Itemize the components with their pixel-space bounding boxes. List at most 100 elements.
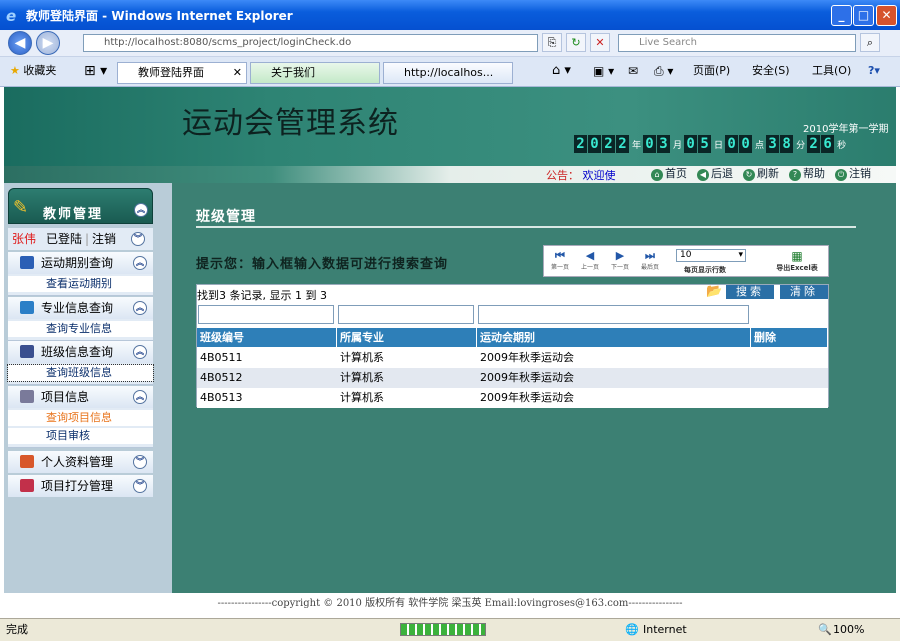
clock-segment: 26秒	[807, 135, 848, 153]
quick-tabs-icon[interactable]: ⊞ ▾	[84, 63, 107, 79]
sidebar-item[interactable]: 项目审核	[8, 428, 153, 444]
sidebar-group-label: 专业信息查询	[41, 301, 114, 315]
search-button[interactable]: 搜索	[726, 285, 774, 299]
first-page-button[interactable]: ⏮ 第一页	[546, 249, 574, 271]
mail-icon[interactable]: ✉	[628, 63, 638, 79]
expand-icon[interactable]: ︾	[131, 232, 145, 246]
home-link[interactable]: ⌂ 首页	[651, 167, 687, 181]
ie-icon: e	[6, 7, 17, 25]
favorites-button[interactable]: ★ 收藏夹	[10, 63, 56, 79]
sidebar-group-header[interactable]: 个人资料管理 ︾	[8, 451, 153, 473]
page-menu[interactable]: 页面(P)	[693, 63, 730, 79]
collapse-icon[interactable]: ︽	[133, 301, 147, 315]
expand-icon[interactable]: ︾	[133, 479, 147, 493]
clock-digit: 2	[616, 135, 629, 153]
user-status: 张伟 已登陆 | 注销 ︾	[8, 228, 153, 250]
print-icon[interactable]: ⎙ ▾	[654, 63, 673, 79]
record-count: 找到3 条记录, 显示 1 到 3	[197, 289, 327, 302]
prev-page-button[interactable]: ◀ 上一页	[576, 249, 604, 271]
home-icon: ⌂	[651, 169, 663, 181]
collapse-icon[interactable]: ︽	[133, 345, 147, 359]
help-link[interactable]: ? 帮助	[789, 167, 825, 181]
column-games-period: 运动会期别	[477, 328, 751, 347]
sidebar-group-header[interactable]: 项目信息 ︽	[8, 386, 153, 408]
safety-menu[interactable]: 安全(S)	[752, 63, 790, 79]
help-icon[interactable]: ?▾	[868, 63, 880, 79]
last-page-icon: ⏭	[645, 249, 655, 262]
clock-digit: 5	[698, 135, 712, 153]
user-name: 张伟	[12, 232, 37, 246]
filter-class-id[interactable]	[198, 305, 334, 324]
sidebar-group-header[interactable]: 项目打分管理 ︾	[8, 475, 153, 497]
sidebar-group: 专业信息查询 ︽ 查询专业信息	[8, 297, 153, 341]
filter-games-period[interactable]	[478, 305, 749, 324]
login-status: 已登陆	[46, 232, 83, 246]
sidebar-group-header[interactable]: 运动期别查询 ︽	[8, 252, 153, 274]
clear-button[interactable]: 清除	[780, 285, 828, 299]
sidebar-item[interactable]: 查看运动期别	[8, 276, 153, 292]
logout-link[interactable]: ⏻ 注销	[835, 167, 871, 181]
filter-major[interactable]	[338, 305, 474, 324]
feeds-icon[interactable]: ▣ ▾	[593, 63, 614, 79]
next-page-button[interactable]: ▶ 下一页	[606, 249, 634, 271]
table-cell: 2009年秋季运动会	[480, 391, 574, 404]
sidebar-group-header[interactable]: 班级信息查询 ︽	[8, 341, 153, 363]
refresh-link[interactable]: ↻ 刷新	[743, 167, 779, 181]
column-delete: 删除	[751, 328, 828, 347]
last-page-button[interactable]: ⏭ 最后页	[636, 249, 664, 271]
clock-unit: 分	[796, 141, 806, 151]
clock-segment: 38分	[766, 135, 807, 153]
expand-icon[interactable]: ︾	[133, 455, 147, 469]
globe-icon: 🌐	[625, 623, 639, 636]
sidebar-group: 项目打分管理 ︾	[8, 475, 153, 497]
refresh-icon[interactable]: ↻	[566, 33, 586, 52]
close-tab-icon[interactable]: ✕	[233, 63, 242, 83]
clock-digit: 0	[643, 135, 657, 153]
search-input[interactable]: Live Search	[618, 34, 856, 52]
minimize-button[interactable]: _	[831, 5, 852, 26]
sidebar-group-header[interactable]: 专业信息查询 ︽	[8, 297, 153, 319]
notice-text: 欢迎使	[582, 169, 616, 182]
export-excel-button[interactable]: ▦ 导出Excel表	[770, 249, 824, 273]
system-name: 运动会管理系统	[182, 106, 399, 141]
forward-arrow-icon[interactable]: ▶	[36, 31, 60, 55]
home-icon[interactable]: ⌂ ▾	[552, 63, 571, 79]
table-row[interactable]: 4B0511 计算机系 2009年秋季运动会	[197, 348, 828, 368]
collapse-icon[interactable]: ︽	[133, 390, 147, 404]
back-link[interactable]: ◀ 后退	[697, 167, 733, 181]
sidebar-item[interactable]: 查询班级信息	[7, 364, 154, 382]
sidebar-item[interactable]: 查询项目信息	[8, 410, 153, 426]
progress-bar	[400, 623, 486, 636]
tab-about-us[interactable]: 关于我们	[250, 62, 380, 84]
close-button[interactable]: ✕	[876, 5, 897, 26]
maximize-button[interactable]: □	[853, 5, 874, 26]
tools-menu[interactable]: 工具(O)	[812, 63, 851, 79]
clock-segment: 05日	[684, 135, 725, 153]
back-arrow-icon[interactable]: ◀	[8, 31, 32, 55]
clock-unit: 日	[714, 141, 724, 151]
sidebar-logout-link[interactable]: 注销	[92, 228, 116, 250]
rows-per-page-select[interactable]: 10 ▾	[676, 249, 746, 262]
status-bar: 完成 🌐 Internet 🔍 100%	[0, 618, 900, 641]
collapse-icon[interactable]: ︽	[134, 203, 148, 217]
next-page-icon: ▶	[615, 249, 625, 262]
collapse-icon[interactable]: ︽	[133, 256, 147, 270]
table-row[interactable]: 4B0512 计算机系 2009年秋季运动会	[197, 368, 828, 388]
sidebar-header[interactable]: ✎ 教师管理 ︽	[8, 188, 153, 224]
prev-page-icon: ◀	[585, 249, 595, 262]
compat-view-icon[interactable]: ⎘	[542, 33, 562, 52]
search-icon[interactable]: ⌕	[860, 33, 880, 52]
zoom-icon: 🔍	[818, 623, 832, 636]
address-bar[interactable]: http://localhost:8080/scms_project/login…	[83, 34, 538, 52]
tab-teacher-login[interactable]: 教师登陆界面 ✕	[117, 62, 247, 84]
tab-localhost[interactable]: http://localhos...	[383, 62, 513, 84]
sidebar-item[interactable]: 查询专业信息	[8, 321, 153, 337]
group-icon	[20, 345, 34, 358]
table-row[interactable]: 4B0513 计算机系 2009年秋季运动会	[197, 388, 828, 408]
zone-label: Internet	[643, 623, 687, 636]
zoom-level[interactable]: 100%	[833, 619, 864, 641]
clock-digit: 0	[588, 135, 601, 153]
stop-icon[interactable]: ✕	[590, 33, 610, 52]
sidebar-group-label: 项目信息	[41, 390, 90, 404]
clock-unit: 点	[755, 141, 765, 151]
